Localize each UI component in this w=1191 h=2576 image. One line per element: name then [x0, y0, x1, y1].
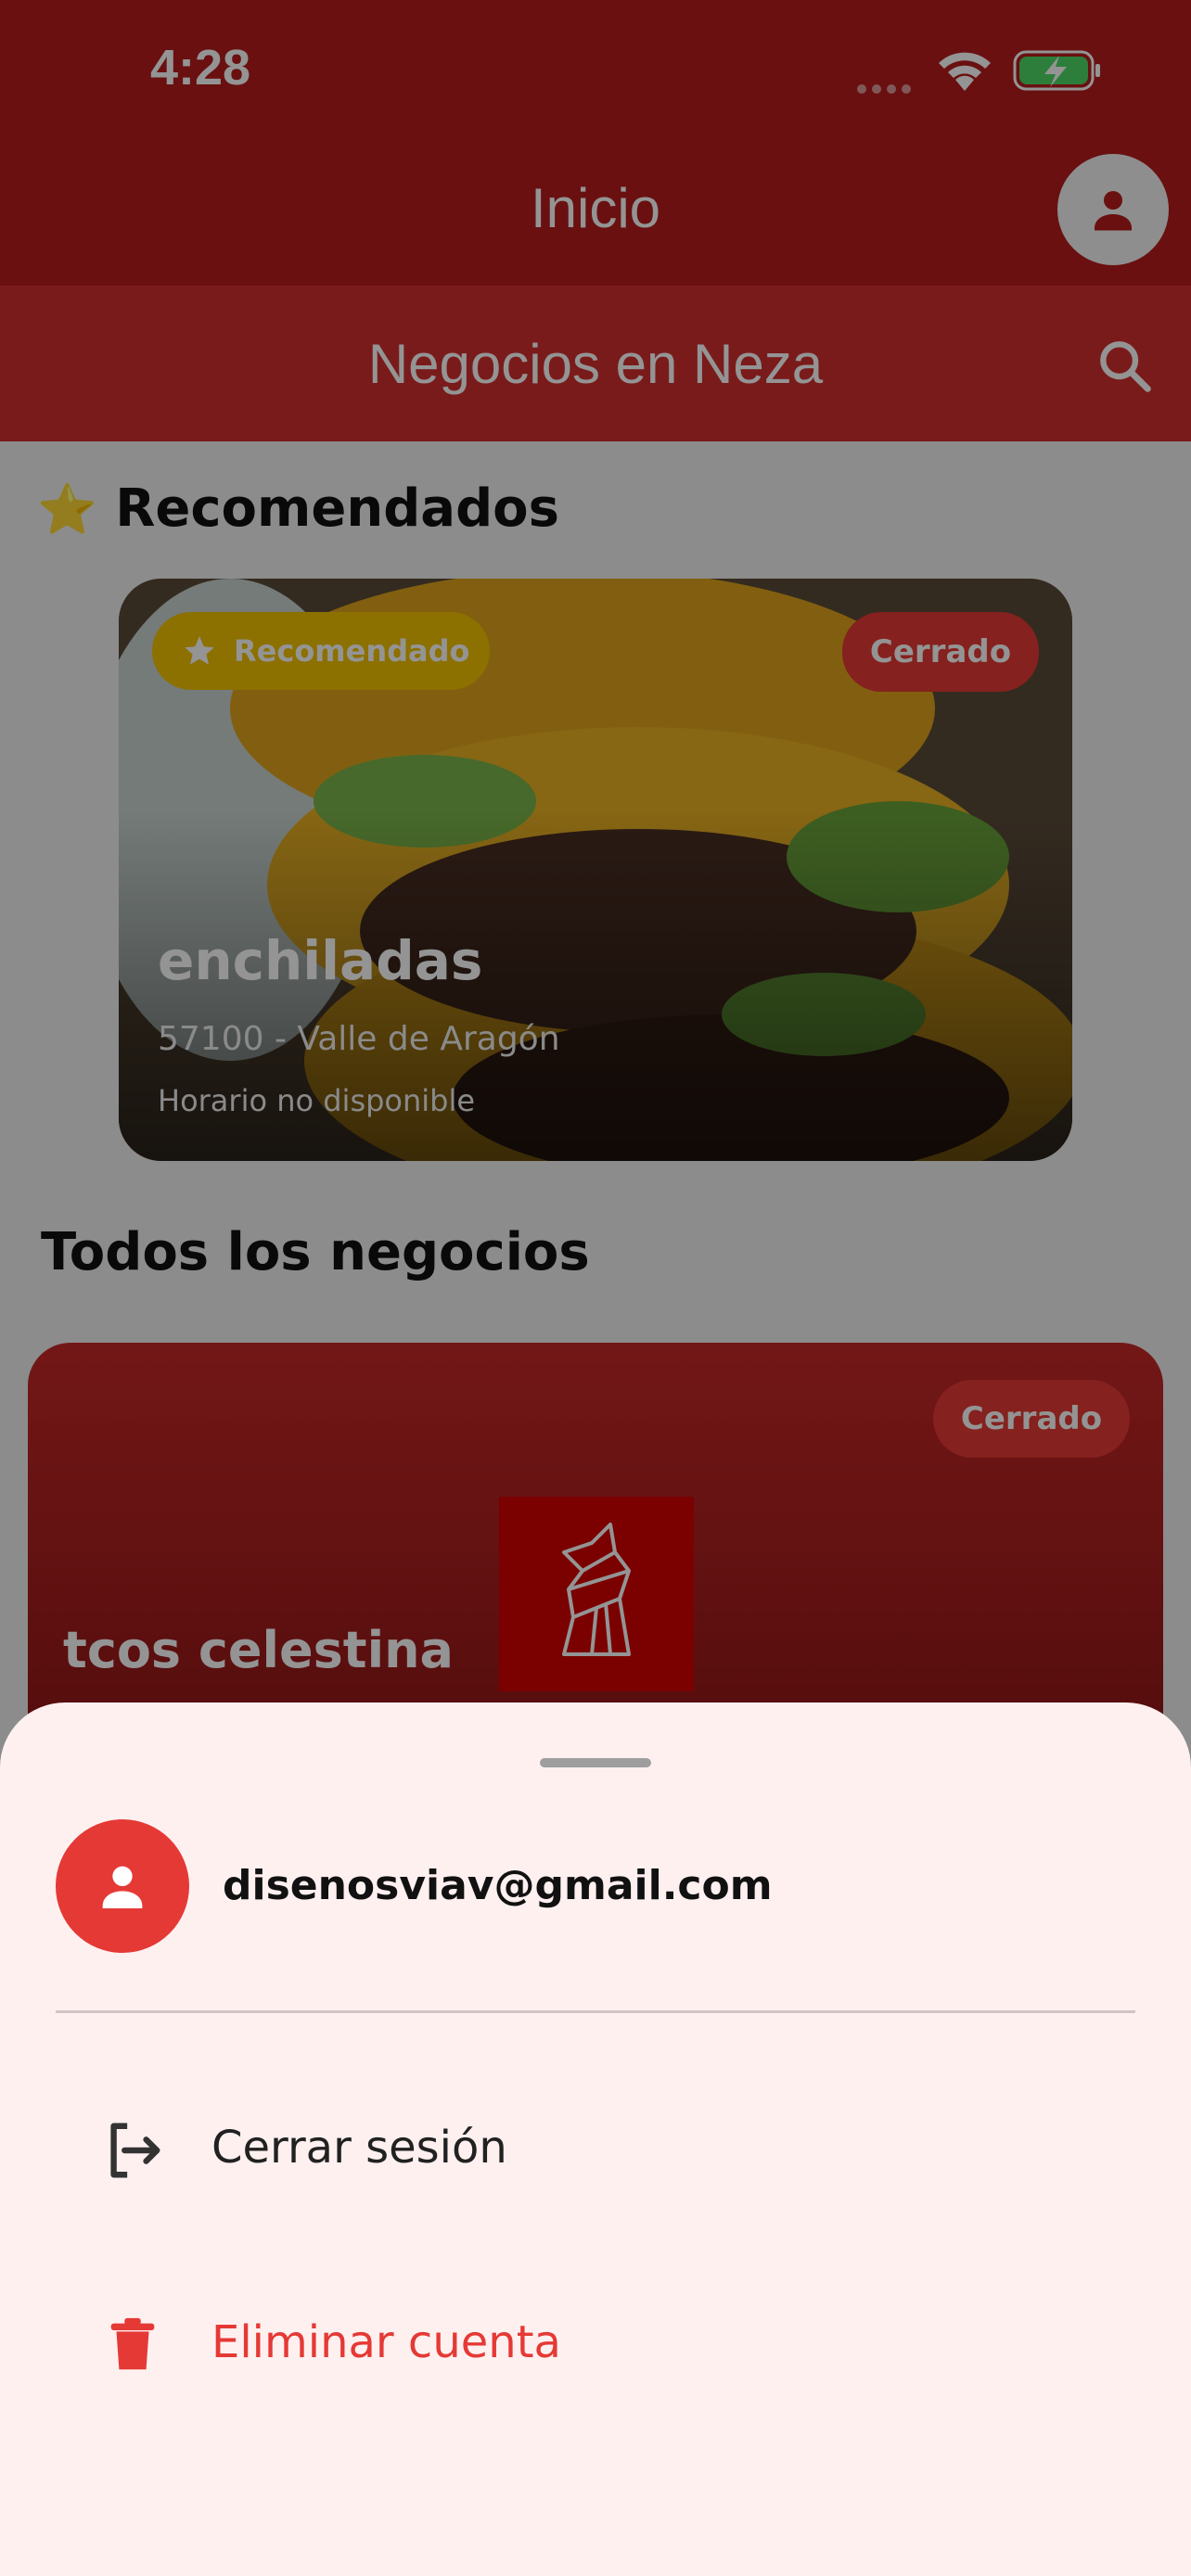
delete-account-button[interactable]: Eliminar cuenta [0, 2261, 1191, 2428]
trash-icon [110, 2317, 155, 2370]
logout-icon [110, 2123, 160, 2178]
user-email: disenosviav@gmail.com [223, 1862, 773, 1909]
drag-handle[interactable] [540, 1758, 651, 1767]
user-avatar [56, 1819, 189, 1953]
logout-label: Cerrar sesión [211, 2122, 507, 2174]
delete-account-label: Eliminar cuenta [211, 2316, 561, 2368]
logout-button[interactable]: Cerrar sesión [0, 2066, 1191, 2233]
divider [56, 2010, 1135, 2013]
account-bottom-sheet: disenosviav@gmail.com Cerrar sesión Elim… [0, 1702, 1191, 2576]
person-icon [102, 1866, 143, 1908]
